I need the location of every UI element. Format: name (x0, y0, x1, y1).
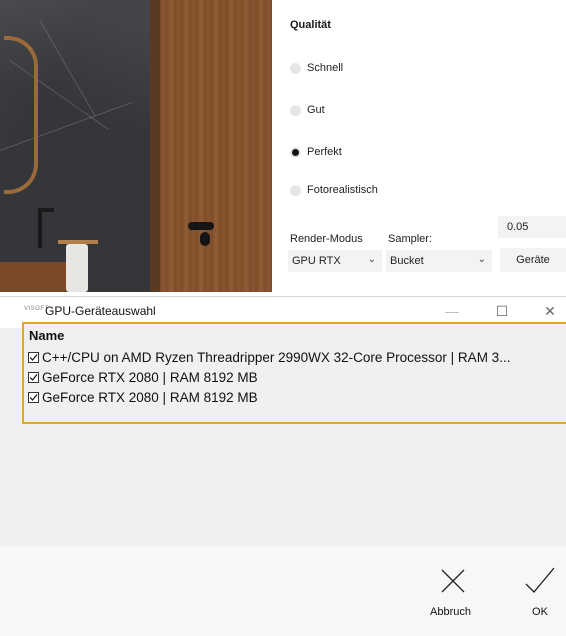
checkmark-icon (525, 567, 555, 593)
vanity (0, 262, 66, 292)
radio-button-selected[interactable] (290, 146, 301, 158)
radio-button[interactable] (290, 184, 301, 196)
tap (38, 208, 42, 248)
render-mode-label: Render-Modus (290, 233, 363, 245)
radio-button[interactable] (290, 62, 301, 74)
door-handle (188, 222, 214, 230)
ok-label: OK (532, 606, 548, 618)
device-label: C++/CPU on AMD Ryzen Threadripper 2990WX… (42, 349, 511, 365)
checkmark-icon (29, 373, 38, 381)
quality-panel: Qualität Schnell Gut Perfekt Fotorealist… (272, 0, 566, 292)
device-label: GeForce RTX 2080 | RAM 8192 MB (42, 369, 258, 385)
radio-button[interactable] (290, 104, 301, 116)
sampler-select[interactable]: Bucket ⌄ (386, 250, 492, 272)
cancel-label: Abbruch (430, 606, 471, 618)
dialog-title: GPU-Geräteauswahl (45, 304, 156, 318)
radio-label: Schnell (307, 62, 344, 74)
radio-schnell[interactable]: Schnell (290, 60, 343, 76)
minimize-icon[interactable]: — (438, 300, 466, 322)
radio-perfekt[interactable]: Perfekt (290, 144, 342, 160)
cancel-button[interactable]: Abbruch (430, 546, 471, 618)
checkmark-icon (29, 353, 38, 361)
list-item[interactable]: C++/CPU on AMD Ryzen Threadripper 2990WX… (28, 348, 510, 366)
column-header-name[interactable]: Name (29, 328, 64, 343)
door-lock (200, 232, 210, 246)
checkbox[interactable] (28, 351, 39, 363)
device-list-area: Name C++/CPU on AMD Ryzen Threadripper 2… (0, 322, 566, 546)
preview-image (0, 0, 272, 292)
dialog-titlebar: VISOFT GPU-Geräteauswahl — ☐ ✕ (0, 296, 566, 325)
device-list: Name C++/CPU on AMD Ryzen Threadripper 2… (22, 322, 566, 424)
gpu-device-dialog: VISOFT GPU-Geräteauswahl — ☐ ✕ Name C++/… (0, 296, 566, 636)
chevron-down-icon: ⌄ (477, 254, 486, 265)
radio-gut[interactable]: Gut (290, 102, 325, 118)
radio-label: Fotorealistisch (307, 184, 378, 196)
close-icon (442, 569, 465, 593)
render-mode-select[interactable]: GPU RTX ⌄ (288, 250, 382, 272)
render-mode-value: GPU RTX (292, 255, 341, 267)
mirror (4, 36, 38, 194)
ok-button[interactable]: OK (520, 546, 560, 618)
radio-label: Perfekt (307, 146, 342, 158)
radio-label: Gut (307, 104, 325, 116)
checkbox[interactable] (28, 391, 39, 403)
list-item[interactable]: GeForce RTX 2080 | RAM 8192 MB (28, 368, 258, 386)
tap-spout (38, 208, 54, 212)
checkmark-icon (29, 393, 38, 401)
devices-button[interactable]: Geräte (500, 248, 566, 272)
quality-title: Qualität (290, 19, 331, 31)
dialog-footer: Abbruch OK (0, 546, 566, 636)
maximize-icon[interactable]: ☐ (488, 300, 516, 322)
value-field[interactable]: 0.05 (498, 216, 566, 238)
sampler-label: Sampler: (388, 233, 433, 245)
checkbox[interactable] (28, 371, 39, 383)
towel (66, 244, 88, 292)
close-icon[interactable]: ✕ (536, 300, 564, 322)
chevron-down-icon: ⌄ (367, 254, 376, 265)
list-item[interactable]: GeForce RTX 2080 | RAM 8192 MB (28, 388, 258, 406)
sampler-value: Bucket (390, 255, 424, 267)
wooden-door (160, 0, 272, 292)
device-label: GeForce RTX 2080 | RAM 8192 MB (42, 389, 258, 405)
radio-fotorealistisch[interactable]: Fotorealistisch (290, 182, 378, 198)
